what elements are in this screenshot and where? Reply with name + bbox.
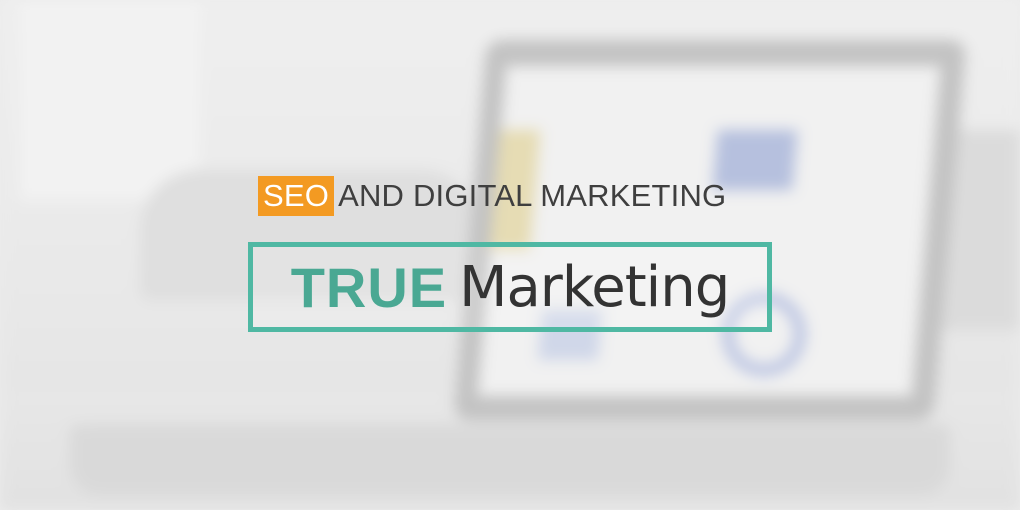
brand-word-true: TRUE [290, 255, 448, 319]
brand-word-marketing: Marketing [459, 254, 730, 320]
brand-logo: TRUE Marketing [248, 242, 772, 332]
tagline: SEO AND DIGITAL MARKETING [258, 176, 726, 216]
banner: SEO AND DIGITAL MARKETING TRUE Marketing [0, 0, 1020, 510]
seo-badge: SEO [258, 176, 335, 216]
tagline-text: AND DIGITAL MARKETING [338, 178, 727, 213]
